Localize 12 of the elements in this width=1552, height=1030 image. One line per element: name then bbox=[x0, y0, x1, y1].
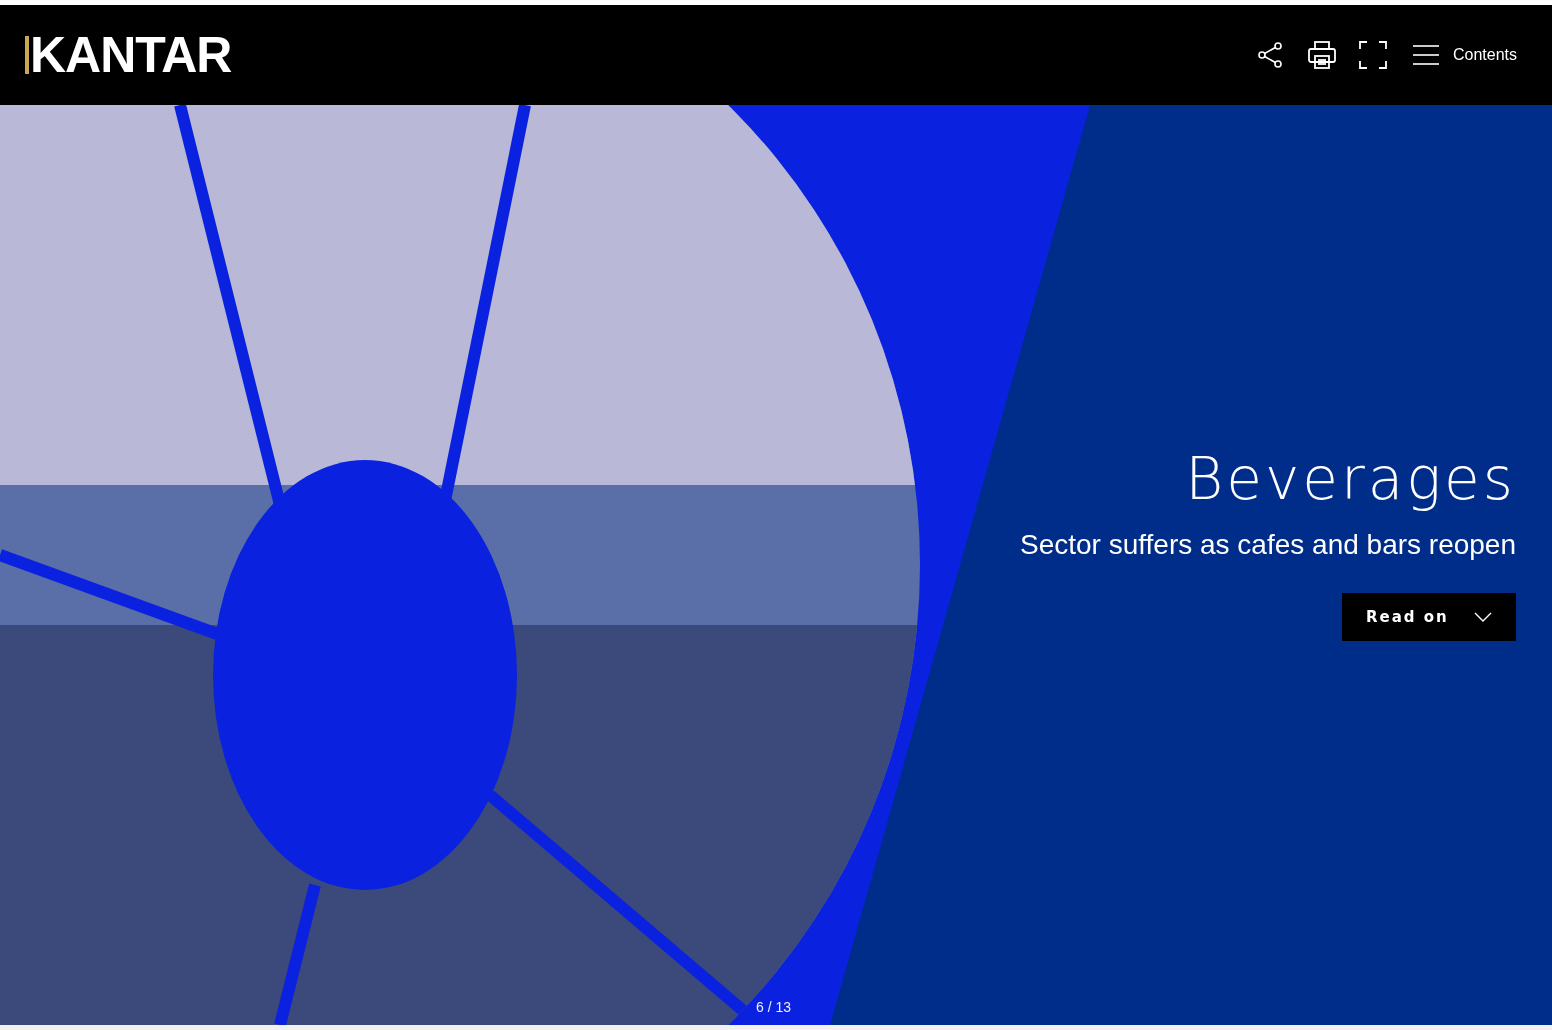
hero-title: Beverages bbox=[1185, 445, 1516, 515]
print-icon[interactable] bbox=[1306, 40, 1337, 70]
menu-icon bbox=[1412, 44, 1439, 66]
logo-text: KANTAR bbox=[30, 30, 232, 80]
chevron-down-icon bbox=[1474, 611, 1492, 622]
share-icon[interactable] bbox=[1256, 41, 1285, 69]
hero-subtitle: Sector suffers as cafes and bars reopen bbox=[1020, 528, 1516, 561]
page-indicator: 6 / 13 bbox=[756, 999, 792, 1015]
logo-accent bbox=[25, 36, 29, 74]
fullscreen-icon[interactable] bbox=[1358, 41, 1387, 69]
contents-button[interactable]: Contents bbox=[1412, 44, 1517, 66]
read-on-button[interactable]: Read on bbox=[1342, 592, 1516, 641]
